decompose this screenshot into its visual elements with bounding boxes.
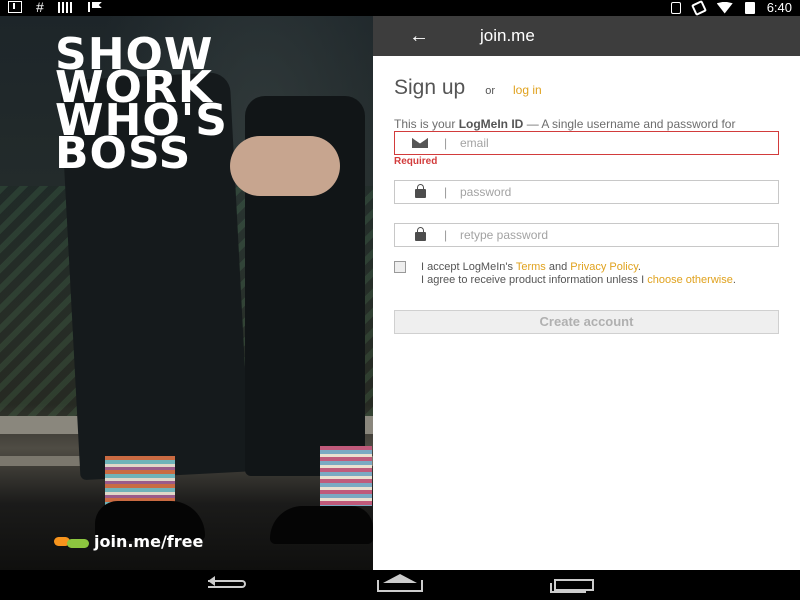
join-me-logo-icon (54, 535, 89, 549)
app-title: join.me (480, 26, 535, 45)
recents-icon[interactable] (550, 577, 594, 593)
choose-otherwise-link[interactable]: choose otherwise (647, 274, 733, 286)
mail-icon (412, 138, 428, 148)
login-link[interactable]: log in (513, 83, 542, 97)
terms-text: I accept LogMeIn's Terms and Privacy Pol… (421, 261, 736, 286)
app-bar: ← join.me (373, 16, 800, 56)
privacy-policy-link[interactable]: Privacy Policy (570, 261, 638, 273)
create-account-button[interactable]: Create account (394, 310, 779, 334)
status-bar-right: 6:40 (670, 0, 792, 16)
download-icon (8, 1, 22, 13)
lock-icon (415, 184, 426, 198)
terms-link[interactable]: Terms (516, 261, 546, 273)
password-field[interactable]: | (394, 180, 779, 204)
email-field[interactable]: | (394, 131, 779, 155)
or-text: or (485, 85, 496, 97)
status-bar: # 6:40 (0, 0, 800, 16)
home-icon[interactable] (377, 577, 423, 593)
wifi-icon (716, 1, 733, 14)
retype-password-field[interactable]: | (394, 223, 779, 247)
email-required-error: Required (394, 156, 438, 167)
retype-password-input[interactable] (460, 227, 760, 243)
hash-icon: # (36, 0, 44, 15)
signal-bars-icon (57, 1, 74, 13)
hero-image: SHOW WORK WHO'S BOSS join.me/free (0, 16, 373, 570)
join-me-free-label: join.me/free (94, 532, 204, 551)
nav-bar (0, 570, 800, 600)
status-bar-left: # (8, 0, 104, 15)
bluetooth-icon (670, 1, 681, 14)
hero-tagline: SHOW WORK WHO'S BOSS (55, 33, 228, 176)
battery-icon (744, 1, 755, 14)
arrow-left-icon[interactable]: ← (409, 26, 429, 46)
logmein-id-label: LogMeIn ID (458, 117, 524, 131)
password-input[interactable] (460, 184, 760, 200)
signup-heading: Sign up (394, 76, 466, 99)
vibrate-icon (690, 0, 707, 16)
status-time: 6:40 (766, 0, 792, 15)
signup-header: Sign up or log in (394, 76, 542, 100)
back-icon[interactable] (208, 576, 250, 593)
email-input[interactable] (460, 135, 760, 151)
terms-checkbox[interactable] (394, 261, 406, 273)
signup-panel: ← join.me Sign up or log in This is your… (373, 16, 800, 570)
join-me-free-link[interactable]: join.me/free (54, 532, 203, 551)
lock-icon (415, 227, 426, 241)
flag-icon (87, 2, 104, 12)
